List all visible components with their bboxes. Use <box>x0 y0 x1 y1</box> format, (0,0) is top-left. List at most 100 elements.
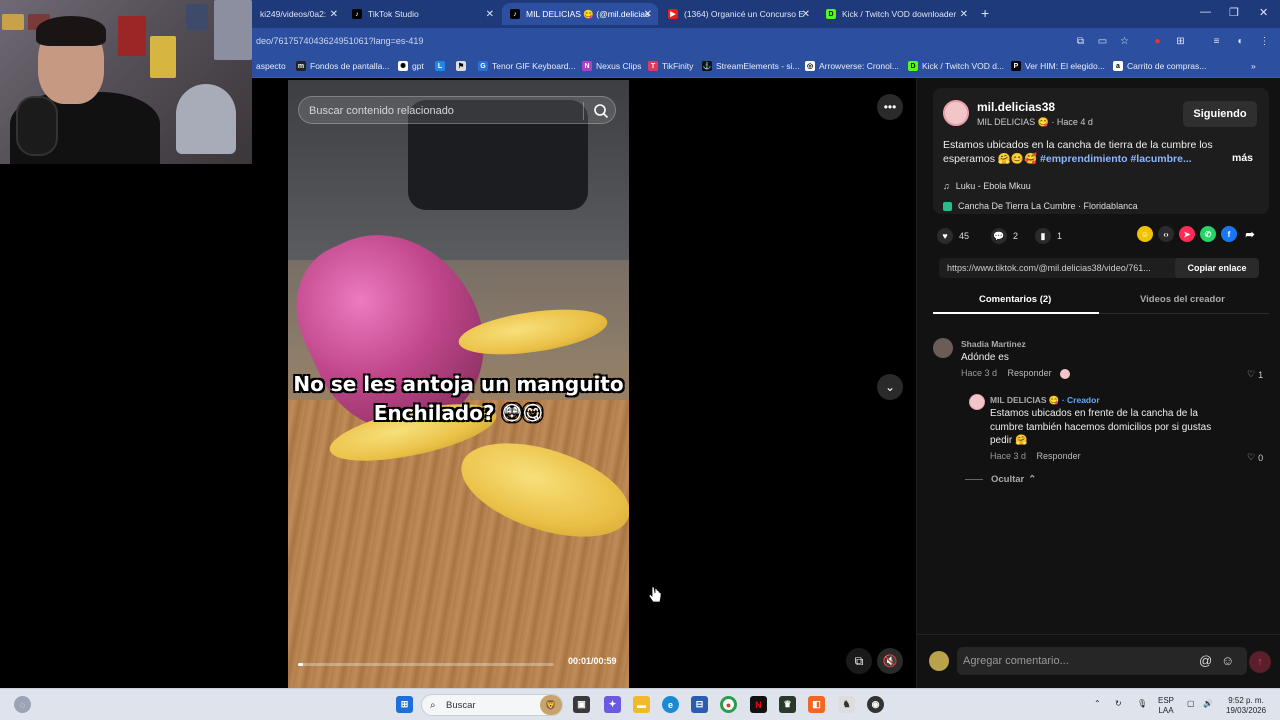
tab-creator-videos[interactable]: Videos del creador <box>1140 294 1225 305</box>
pip-icon[interactable]: ⧉ <box>846 648 872 674</box>
hashtag-links[interactable]: #emprendimiento #lacumbre... <box>1040 153 1192 165</box>
music-row[interactable]: ♫ Luku - Ebola Mkuu <box>943 181 1031 191</box>
task-view-icon[interactable]: ▣ <box>573 696 590 713</box>
close-tab-icon[interactable]: ✕ <box>644 9 652 20</box>
commenter-name[interactable]: Shadia Martinez <box>961 339 1026 349</box>
reply-link[interactable]: Responder <box>1037 451 1081 461</box>
bookmark-item[interactable]: L <box>435 61 449 71</box>
file-explorer-icon[interactable]: ▬ <box>633 696 650 713</box>
bookmark-item[interactable]: ⚑ <box>456 61 470 71</box>
video-progress-bar[interactable] <box>298 663 554 666</box>
bookmark-item[interactable]: T TikFinity <box>648 61 693 71</box>
bookmark-item[interactable]: m Fondos de pantalla... <box>296 61 389 71</box>
extension-icon[interactable]: ● <box>1151 35 1164 48</box>
close-tab-icon[interactable]: ✕ <box>960 9 968 20</box>
bookmark-star-icon[interactable]: ☆ <box>1118 35 1131 48</box>
save-action[interactable]: ▮ 1 <box>1035 228 1062 244</box>
comment-action[interactable]: 💬 2 <box>991 228 1018 244</box>
comment-input-box[interactable]: @ ☺ <box>957 647 1247 675</box>
chevron-down-icon[interactable]: ⌄ <box>877 374 903 400</box>
bookmark-item[interactable]: ✺ gpt <box>398 61 424 71</box>
hide-replies-button[interactable]: Ocultar ⌃ <box>965 474 1036 485</box>
close-tab-icon[interactable]: ✕ <box>486 9 494 20</box>
language-indicator[interactable]: ESP LAA <box>1158 696 1174 716</box>
app-icon[interactable]: ♞ <box>838 696 855 713</box>
mute-icon[interactable]: 🔇 <box>877 648 903 674</box>
cast-icon[interactable]: ▭ <box>1096 35 1109 48</box>
following-button[interactable]: Siguiendo <box>1183 101 1257 127</box>
whatsapp-icon[interactable]: ✆ <box>1200 226 1216 242</box>
extensions-puzzle-icon[interactable]: ⊞ <box>1174 35 1187 48</box>
bookmark-item[interactable]: aspecto <box>256 61 286 71</box>
store-icon[interactable]: ⊟ <box>691 696 708 713</box>
reply-link[interactable]: Responder <box>1008 368 1052 378</box>
bookmark-item[interactable]: ◎ Arrowverse: Cronol... <box>805 61 899 71</box>
edge-icon[interactable]: e <box>662 696 679 713</box>
tray-overflow-icon[interactable]: ⌃ <box>1094 699 1101 709</box>
menu-kebab-icon[interactable]: ⋮ <box>1258 35 1271 48</box>
copilot-icon[interactable]: ✦ <box>604 696 621 713</box>
close-tab-icon[interactable]: ✕ <box>330 9 338 20</box>
reply-author-name[interactable]: MIL DELICIAS 😋 <box>990 395 1059 405</box>
bookmark-item[interactable]: a Carrito de compras... <box>1113 61 1206 71</box>
copy-link-button[interactable]: Copiar enlace <box>1175 258 1259 278</box>
app-icon[interactable]: ♛ <box>779 696 796 713</box>
bookmark-item[interactable]: D Kick / Twitch VOD d... <box>908 61 1004 71</box>
microphone-icon[interactable]: 🎙 <box>1137 699 1147 709</box>
tab-mil-delicias[interactable]: ♪ MIL DELICIAS 😋 (@mil.delicias ✕ <box>502 3 658 25</box>
bookmark-item[interactable]: ⚓ StreamElements - si... <box>702 61 800 71</box>
tab-videos[interactable]: ki249/videos/0a2: ✕ <box>252 3 344 25</box>
more-options-icon[interactable]: ••• <box>877 94 903 120</box>
new-tab-icon[interactable]: + <box>981 5 989 21</box>
app-icon[interactable]: ◧ <box>808 696 825 713</box>
comment-input[interactable] <box>963 653 1189 669</box>
share-arrow-icon[interactable]: ➦ <box>1242 226 1258 242</box>
share-link-url[interactable]: https://www.tiktok.com/@mil.delicias38/v… <box>947 263 1169 273</box>
clock[interactable]: 9:52 p. m. 19/03/2026 <box>1226 696 1266 716</box>
send-share-icon[interactable]: ➤ <box>1179 226 1195 242</box>
commenter-avatar[interactable] <box>933 338 953 358</box>
app-icon[interactable]: ◉ <box>867 696 884 713</box>
url-field[interactable]: deo/7617574043624951061?lang=es-419 <box>256 36 423 46</box>
volume-icon[interactable]: 🔊 <box>1203 699 1213 709</box>
bookmark-item[interactable]: G Tenor GIF Keyboard... <box>478 61 576 71</box>
related-search-input[interactable] <box>309 102 569 120</box>
restore-icon[interactable]: ❐ <box>1229 6 1239 19</box>
profile-avatar-icon[interactable]: ◐ <box>1234 35 1247 48</box>
media-icon[interactable]: ≡ <box>1210 35 1223 48</box>
location-row[interactable]: Cancha De Tierra La Cumbre · Floridablan… <box>943 201 1138 211</box>
tab-youtube[interactable]: ▶ (1364) Organicé un Concurso E ✕ <box>660 3 816 25</box>
tab-tiktok-studio[interactable]: ♪ TikTok Studio ✕ <box>344 3 500 25</box>
video-player[interactable]: No se les antoja un manguito Enchilado? … <box>288 80 629 688</box>
more-link[interactable]: más <box>1232 152 1253 164</box>
minimize-icon[interactable]: — <box>1200 6 1211 18</box>
tab-kick-downloader[interactable]: D Kick / Twitch VOD downloader ✕ <box>818 3 974 25</box>
translate-icon[interactable]: ⧉ <box>1074 35 1087 48</box>
more-bookmarks-icon[interactable]: » <box>1251 61 1256 71</box>
wifi-icon[interactable]: ▢ <box>1187 699 1195 709</box>
bookmark-item[interactable]: N Nexus Clips <box>582 61 641 71</box>
comment-like[interactable]: ♡ 1 <box>1247 369 1263 380</box>
gift-share-icon[interactable]: ☺ <box>1137 226 1153 242</box>
creator-username[interactable]: mil.delicias38 <box>977 100 1055 114</box>
close-window-icon[interactable]: ✕ <box>1259 6 1268 19</box>
network-sync-icon[interactable]: ↻ <box>1115 699 1122 709</box>
tab-comments[interactable]: Comentarios (2) <box>979 294 1051 305</box>
widgets-icon[interactable]: ◌ <box>14 696 31 713</box>
related-search-box[interactable] <box>298 96 616 124</box>
creator-reply-avatar[interactable] <box>969 394 985 410</box>
creator-avatar[interactable] <box>943 100 969 126</box>
reply-like[interactable]: ♡ 0 <box>1247 452 1263 463</box>
like-action[interactable]: ♥ 45 <box>937 228 969 244</box>
embed-icon[interactable]: ‹› <box>1158 226 1174 242</box>
emoji-icon[interactable]: ☺ <box>1221 653 1234 668</box>
chrome-icon[interactable]: ● <box>720 696 737 713</box>
search-icon[interactable] <box>593 103 609 119</box>
post-comment-button[interactable]: ↑ <box>1249 651 1271 673</box>
netflix-icon[interactable]: N <box>750 696 767 713</box>
facebook-icon[interactable]: f <box>1221 226 1237 242</box>
bookmark-item[interactable]: P Ver HIM: El elegido... <box>1011 61 1105 71</box>
mention-icon[interactable]: @ <box>1199 653 1212 668</box>
close-tab-icon[interactable]: ✕ <box>802 9 810 20</box>
windows-start-icon[interactable]: ⊞ <box>396 696 413 713</box>
